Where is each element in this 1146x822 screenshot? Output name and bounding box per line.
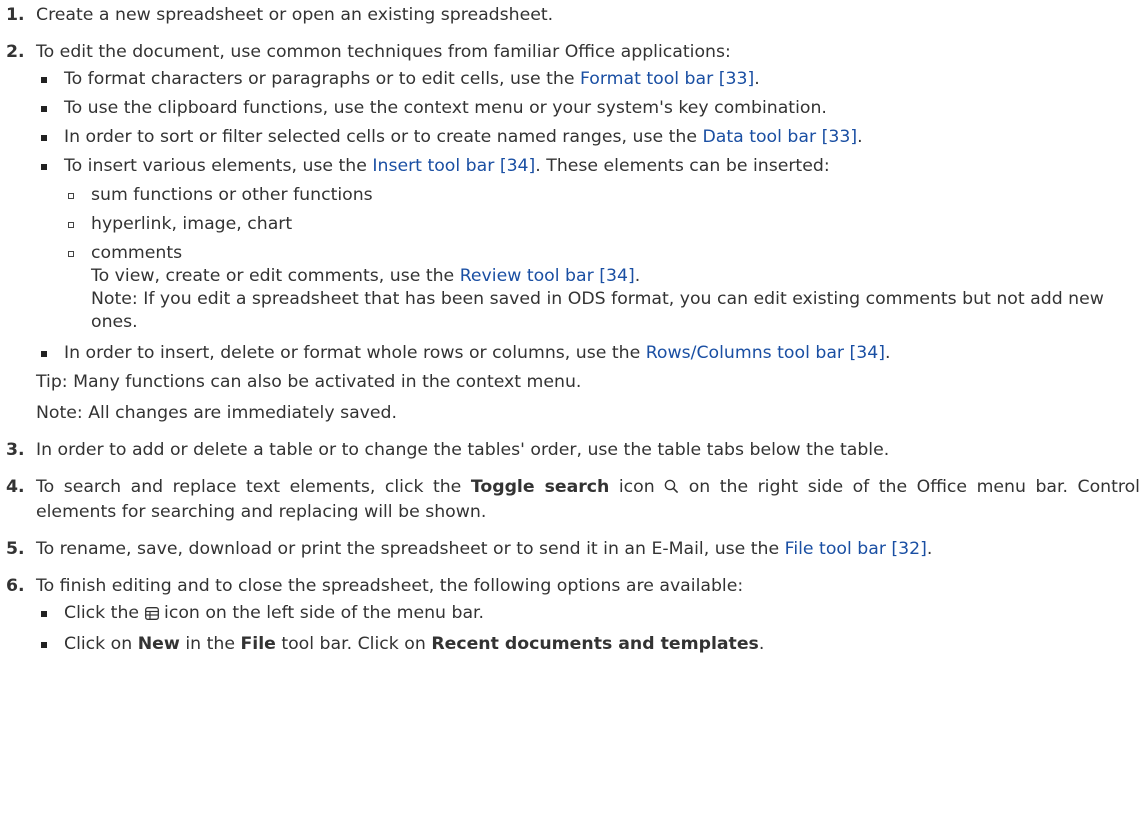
step-6: 6. To finish editing and to close the sp… [0, 575, 1140, 656]
rows-columns-tool-bar-link[interactable]: Rows/Columns tool bar [34] [646, 343, 885, 363]
sub-list-item: sum functions or other functions [64, 184, 1140, 207]
step-number: 5. [6, 539, 25, 559]
list-item: Click on New in the File tool bar. Click… [36, 633, 1140, 656]
toggle-search-label: Toggle search [470, 477, 610, 497]
sub-list-item: comments To view, create or edit comment… [64, 242, 1140, 334]
search-icon [664, 478, 679, 501]
step-text: Create a new spreadsheet or open an exis… [36, 5, 554, 25]
insert-elements-list: sum functions or other functions hyperli… [64, 184, 1140, 334]
sub-list-item: hyperlink, image, chart [64, 213, 1140, 236]
step-number: 1. [6, 5, 25, 25]
step-text: To edit the document, use common techniq… [36, 42, 731, 62]
step-3: 3. In order to add or delete a table or … [0, 439, 1140, 462]
step-4: 4. To search and replace text elements, … [0, 476, 1140, 524]
step-6-bullet-list: Click the icon on the left side of the m… [36, 602, 1140, 656]
step-5: 5. To rename, save, download or print th… [0, 538, 1140, 561]
note-text: Note: All changes are immediately saved. [36, 403, 397, 423]
list-item: To format characters or paragraphs or to… [36, 68, 1140, 91]
spreadsheet-icon [144, 604, 159, 627]
step-text: In order to add or delete a table or to … [36, 440, 890, 460]
step-text: To search and replace text elements, cli… [36, 477, 1140, 522]
format-tool-bar-link[interactable]: Format tool bar [33] [580, 69, 754, 89]
step-number: 2. [6, 42, 25, 62]
list-item: In order to insert, delete or format who… [36, 342, 1140, 365]
data-tool-bar-link[interactable]: Data tool bar [33] [702, 127, 857, 147]
list-item: In order to sort or filter selected cell… [36, 126, 1140, 149]
file-tool-bar-link[interactable]: File tool bar [32] [785, 539, 927, 559]
step-text: To finish editing and to close the sprea… [36, 576, 744, 596]
step-2: 2. To edit the document, use common tech… [0, 41, 1140, 425]
step-2-bullet-list: To format characters or paragraphs or to… [36, 68, 1140, 365]
list-item: To insert various elements, use the Inse… [36, 155, 1140, 334]
list-item: Click the icon on the left side of the m… [36, 602, 1140, 627]
comments-note: Note: If you edit a spreadsheet that has… [91, 289, 1104, 332]
step-1: 1. Create a new spreadsheet or open an e… [0, 4, 1140, 27]
document-page: 1. Create a new spreadsheet or open an e… [0, 4, 1146, 822]
step-text: To rename, save, download or print the s… [36, 539, 933, 559]
step-number: 4. [6, 477, 25, 497]
step-number: 6. [6, 576, 25, 596]
insert-tool-bar-link[interactable]: Insert tool bar [34] [372, 156, 535, 176]
tip-text: Tip: Many functions can also be activate… [36, 372, 582, 392]
review-tool-bar-link[interactable]: Review tool bar [34] [460, 266, 635, 286]
list-item: To use the clipboard functions, use the … [36, 97, 1140, 120]
step-number: 3. [6, 440, 25, 460]
